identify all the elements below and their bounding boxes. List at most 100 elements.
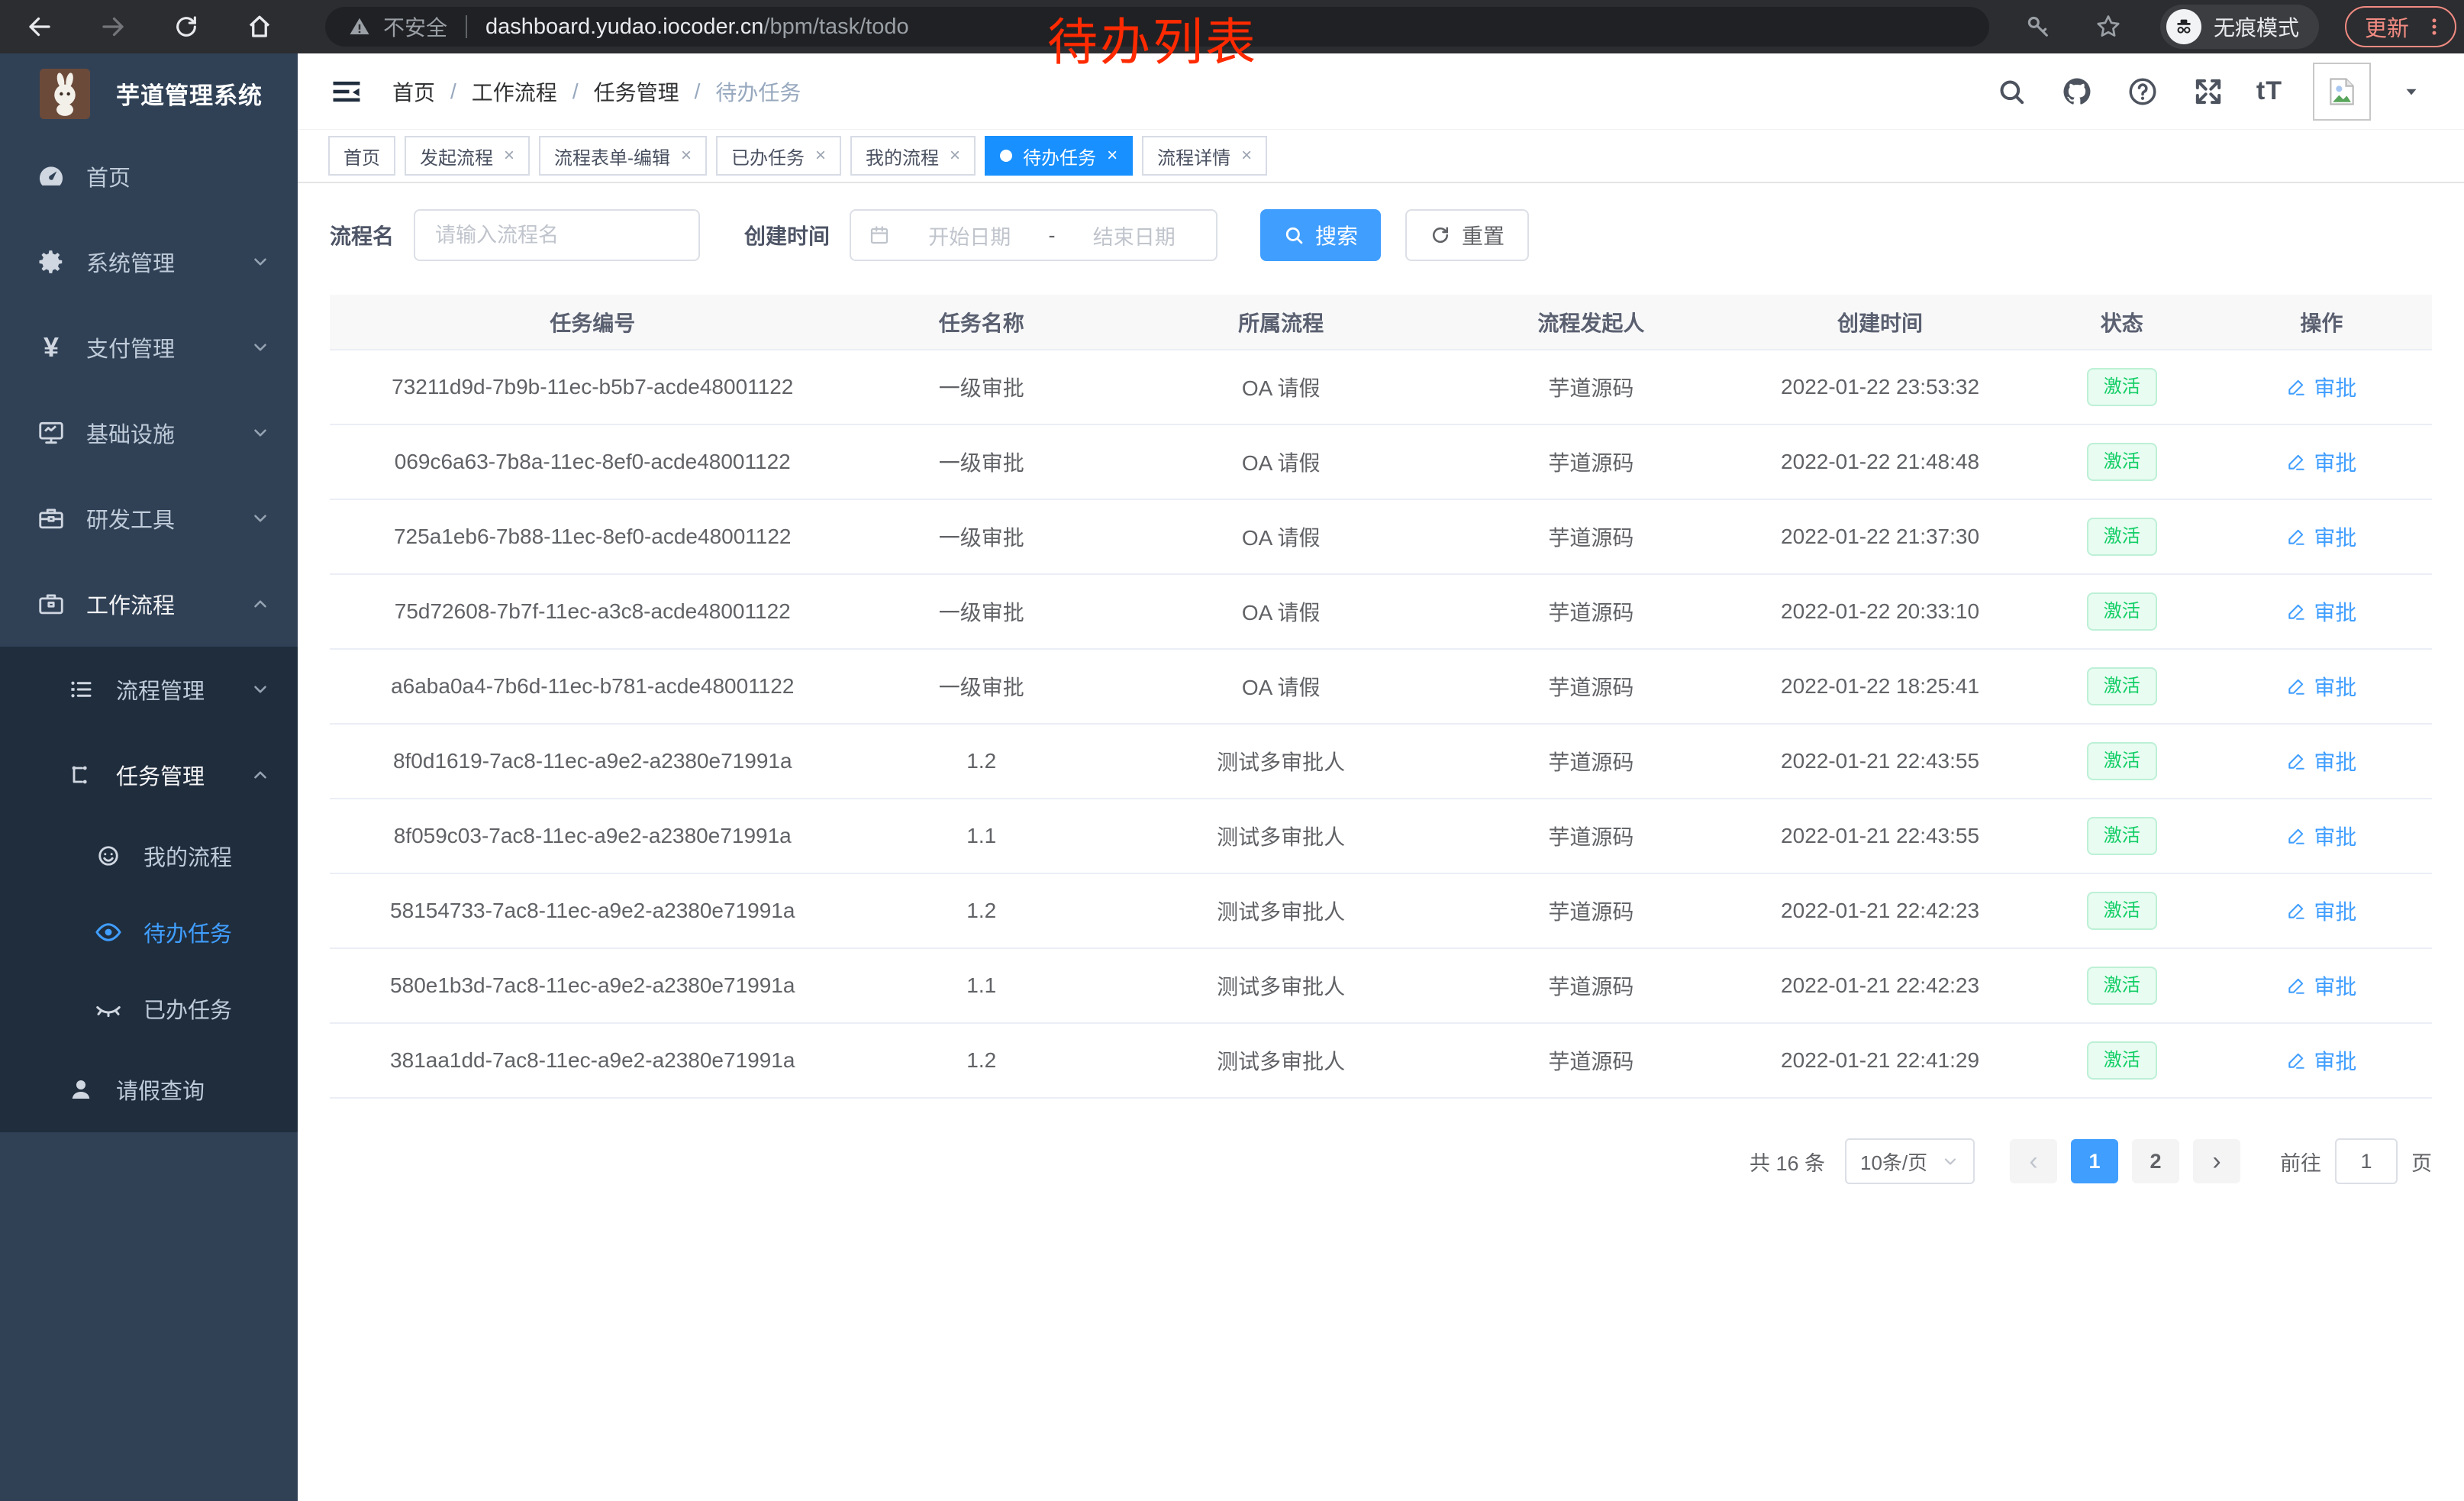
page-url[interactable]: dashboard.yudao.iocoder.cn/bpm/task/todo [485, 15, 909, 40]
fullscreen-icon[interactable] [2191, 74, 2226, 109]
cell-task-name: 1.2 [856, 724, 1108, 799]
font-size-icon[interactable]: tT [2256, 76, 2282, 106]
cell-actions: 审批 [2211, 724, 2432, 799]
approve-button[interactable]: 审批 [2286, 521, 2356, 552]
cell-actions: 审批 [2211, 424, 2432, 499]
security-label[interactable]: 不安全 [383, 11, 447, 42]
breadcrumb-item-task-management[interactable]: 任务管理 [594, 76, 679, 107]
browser-update-button[interactable]: 更新 [2345, 6, 2456, 47]
sidebar-item-leave-query[interactable]: 请假查询 [0, 1047, 298, 1132]
tags-view-bar: 首页 发起流程× 流程表单-编辑× 已办任务× 我的流程× 待办任务× 流程详情… [298, 130, 2464, 183]
browser-reload-button[interactable] [165, 5, 208, 48]
date-range-picker[interactable]: 开始日期 - 结束日期 [850, 209, 1217, 261]
face-icon [92, 842, 125, 870]
approve-button[interactable]: 审批 [2286, 1045, 2356, 1076]
sidebar-item-label: 待办任务 [144, 916, 232, 948]
next-page-button[interactable]: › [2193, 1139, 2240, 1183]
cell-status: 激活 [2033, 649, 2211, 724]
close-icon[interactable]: × [1241, 147, 1252, 165]
close-icon[interactable]: × [1107, 147, 1118, 165]
page-button-2[interactable]: 2 [2132, 1139, 2179, 1183]
app-logo[interactable]: 芋道管理系统 [0, 53, 298, 134]
close-icon[interactable]: × [504, 147, 514, 165]
bookmark-star-icon[interactable] [2087, 5, 2130, 48]
sidebar-item-label: 基础设施 [86, 417, 175, 449]
create-time-label: 创建时间 [744, 220, 830, 250]
sidebar-item-system-management[interactable]: 系统管理 [0, 219, 298, 305]
tab-todo-tasks[interactable]: 待办任务× [985, 136, 1133, 176]
broken-image-icon [2325, 75, 2359, 108]
close-icon[interactable]: × [681, 147, 692, 165]
page-button-1[interactable]: 1 [2071, 1139, 2118, 1183]
tab-home[interactable]: 首页 [328, 136, 395, 176]
goto-page-input[interactable] [2335, 1138, 2398, 1184]
search-button[interactable]: 搜索 [1260, 209, 1381, 261]
sidebar-item-my-process[interactable]: 我的流程 [0, 818, 298, 894]
range-separator: - [1049, 224, 1056, 247]
sidebar-item-workflow[interactable]: 工作流程 [0, 561, 298, 647]
prev-page-button[interactable]: ‹ [2010, 1139, 2057, 1183]
approve-button[interactable]: 审批 [2286, 671, 2356, 702]
close-icon[interactable]: × [815, 147, 826, 165]
password-key-icon[interactable] [2017, 5, 2059, 48]
cell-actions: 审批 [2211, 574, 2432, 649]
breadcrumb-separator: / [450, 79, 456, 104]
sidebar-collapse-icon[interactable] [328, 73, 365, 110]
sidebar-item-process-management[interactable]: 流程管理 [0, 647, 298, 732]
breadcrumb-item-workflow[interactable]: 工作流程 [472, 76, 557, 107]
tab-my-process[interactable]: 我的流程× [850, 136, 976, 176]
cell-task-id: 069c6a63-7b8a-11ec-8ef0-acde48001122 [330, 424, 856, 499]
page-size-select[interactable]: 10条/页 [1845, 1138, 1975, 1184]
tab-process-form-edit[interactable]: 流程表单-编辑× [539, 136, 707, 176]
cell-status: 激活 [2033, 724, 2211, 799]
tab-start-process[interactable]: 发起流程× [405, 136, 530, 176]
cell-starter: 芋道源码 [1454, 499, 1727, 574]
sidebar-item-task-management[interactable]: 任务管理 [0, 732, 298, 818]
column-header-status: 状态 [2033, 295, 2211, 350]
not-secure-warning-icon[interactable] [348, 15, 371, 38]
screen: 不安全 dashboard.yudao.iocoder.cn/bpm/task/… [0, 0, 2464, 1501]
cell-task-id: 381aa1dd-7ac8-11ec-a9e2-a2380e71991a [330, 1023, 856, 1098]
status-badge: 激活 [2087, 518, 2157, 557]
close-icon[interactable]: × [950, 147, 960, 165]
cell-create-time: 2022-01-22 21:37:30 [1727, 499, 2032, 574]
browser-forward-button[interactable] [92, 5, 134, 48]
cell-actions: 审批 [2211, 799, 2432, 873]
sidebar-item-dev-tools[interactable]: 研发工具 [0, 476, 298, 561]
approve-button[interactable]: 审批 [2286, 746, 2356, 776]
chevron-down-icon [1941, 1152, 1959, 1170]
sidebar-item-home[interactable]: 首页 [0, 134, 298, 219]
dropdown-caret-icon[interactable] [2401, 82, 2421, 102]
help-icon[interactable] [2125, 74, 2160, 109]
table-row: a6aba0a4-7b6d-11ec-b781-acde48001122 一级审… [330, 649, 2432, 724]
sidebar-item-infrastructure[interactable]: 基础设施 [0, 390, 298, 476]
breadcrumb-item-home[interactable]: 首页 [392, 76, 435, 107]
sidebar-item-todo-tasks[interactable]: 待办任务 [0, 894, 298, 970]
cell-status: 激活 [2033, 799, 2211, 873]
sidebar-item-payment-management[interactable]: ¥ 支付管理 [0, 305, 298, 390]
tab-done-tasks[interactable]: 已办任务× [716, 136, 841, 176]
column-header-actions: 操作 [2211, 295, 2432, 350]
sidebar-item-label: 系统管理 [86, 246, 175, 278]
approve-button[interactable]: 审批 [2286, 447, 2356, 477]
tab-process-detail[interactable]: 流程详情× [1142, 136, 1267, 176]
end-date-placeholder: 结束日期 [1069, 221, 1200, 250]
github-icon[interactable] [2059, 74, 2095, 109]
browser-back-button[interactable] [18, 5, 61, 48]
process-name-input[interactable] [414, 209, 700, 261]
approve-button[interactable]: 审批 [2286, 372, 2356, 402]
chevron-down-icon [250, 508, 270, 528]
browser-menu-icon[interactable] [2423, 15, 2446, 38]
chevron-down-icon [250, 337, 270, 357]
reset-button[interactable]: 重置 [1405, 209, 1529, 261]
page-unit-label: 页 [2411, 1147, 2432, 1177]
approve-button[interactable]: 审批 [2286, 970, 2356, 1001]
approve-button[interactable]: 审批 [2286, 596, 2356, 627]
avatar[interactable] [2313, 63, 2371, 121]
address-bar[interactable]: 不安全 dashboard.yudao.iocoder.cn/bpm/task/… [325, 7, 1989, 47]
browser-home-button[interactable] [238, 5, 281, 48]
approve-button[interactable]: 审批 [2286, 896, 2356, 926]
search-icon[interactable] [1994, 74, 2029, 109]
sidebar-item-done-tasks[interactable]: 已办任务 [0, 970, 298, 1047]
approve-button[interactable]: 审批 [2286, 821, 2356, 851]
